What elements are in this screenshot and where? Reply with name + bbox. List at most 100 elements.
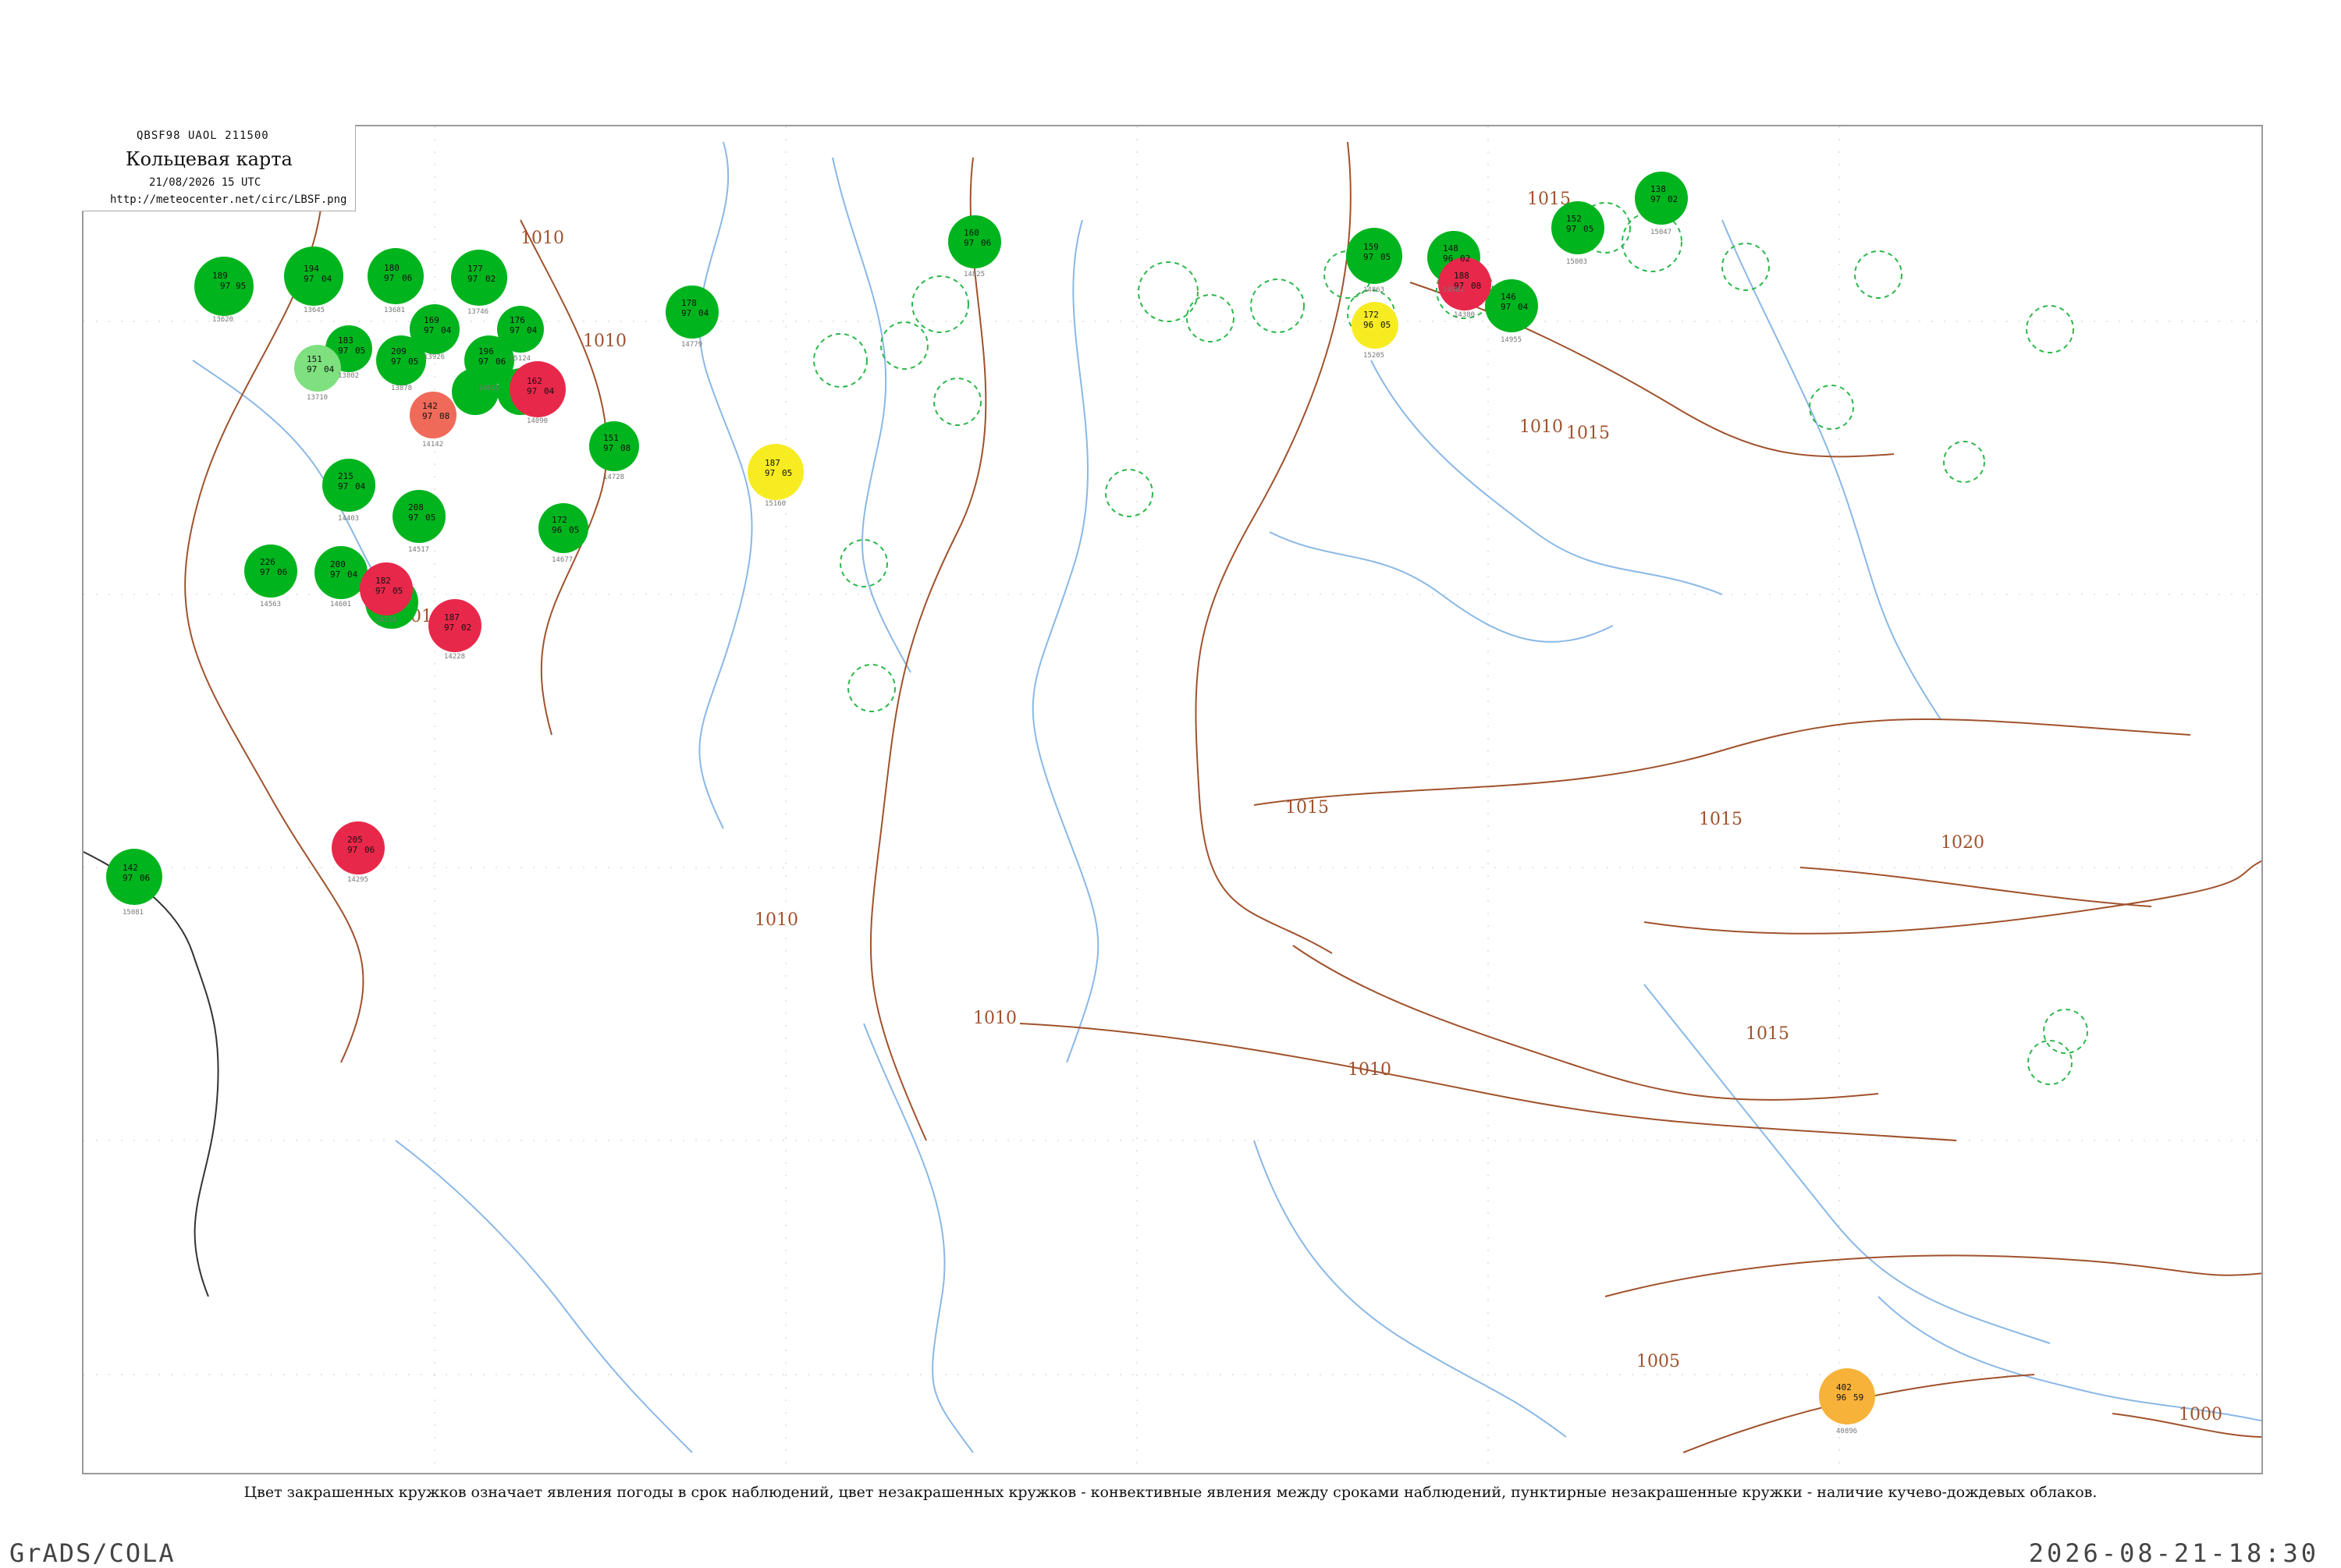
thunder-circle — [332, 821, 385, 874]
station-name: 13620 — [212, 316, 233, 324]
station-pressure: 97 — [424, 325, 434, 335]
station-weather: 05 — [393, 586, 403, 596]
station-weather: 04 — [347, 569, 358, 580]
station-temp: 182 — [375, 576, 391, 586]
station-name: 14728 — [603, 474, 624, 481]
station-name: 15047 — [1650, 229, 1671, 236]
station-weather: 05 — [408, 357, 418, 367]
station-pressure: 97 — [330, 569, 340, 580]
station-name: 14142 — [422, 441, 443, 449]
isobar-label: 1000 — [2179, 1405, 2222, 1424]
station-pressure: 97 — [765, 468, 775, 478]
station-name: 13681 — [384, 307, 405, 314]
station-name: 13802 — [338, 372, 359, 380]
station-name: 14403 — [338, 515, 359, 523]
station-name: 13926 — [424, 353, 445, 361]
station-temp: 208 — [408, 502, 424, 513]
station-name: 15124 — [510, 355, 531, 363]
station-weather: 06 — [981, 238, 991, 248]
station-name: 14380 — [1454, 311, 1475, 319]
station-pressure: 97 — [422, 411, 432, 421]
thunder-circle — [428, 599, 481, 652]
station-temp: 176 — [510, 315, 525, 325]
station-weather: 04 — [324, 364, 335, 374]
map-frame: 1010 1010 1010 1010 1015 1015 1015 1015 … — [82, 125, 2263, 1474]
station-name: 14090 — [527, 417, 548, 425]
station-pressure: 97 — [220, 281, 230, 291]
fog-circle — [748, 444, 804, 500]
station-name: 14677 — [552, 556, 573, 564]
station-pressure: 97 — [1566, 224, 1576, 234]
station-temp: 172 — [552, 515, 567, 525]
isobar-labels: 1010 1010 1010 1010 1015 1015 1015 1015 … — [400, 190, 2222, 1424]
station-temp: 183 — [338, 335, 353, 346]
coastline — [83, 851, 219, 1297]
station-name: 14517 — [408, 546, 429, 554]
station-pressure: 96 — [1836, 1392, 1846, 1403]
weather-circles — [106, 172, 1875, 1424]
station-weather: 04 — [544, 386, 555, 396]
map-title: Кольцевая карта — [126, 148, 293, 170]
station-name: 14955 — [1501, 336, 1522, 344]
grads-credit: GrADS/COLA — [9, 1538, 176, 1568]
station-weather: 08 — [439, 411, 449, 421]
station-weather: 06 — [364, 845, 375, 855]
station-pressure: 97 — [384, 273, 394, 283]
station-pressure: 97 — [478, 357, 488, 367]
station-weather: 04 — [321, 274, 332, 284]
station-temp: 146 — [1501, 292, 1516, 302]
render-timestamp: 2026-08-21-18:30 — [2028, 1538, 2319, 1568]
station-pressure: 97 — [375, 586, 385, 596]
station-temp: 177 — [467, 264, 483, 274]
station-weather: 59 — [1853, 1392, 1863, 1403]
station-weather: 08 — [1471, 281, 1481, 291]
isobar-label: 1010 — [1519, 417, 1563, 437]
map-title-box: QBSF98 UAOL 211500 Кольцевая карта 21/08… — [82, 125, 356, 211]
station-pressure: 97 — [307, 364, 317, 374]
station-name: 14779 — [681, 341, 702, 349]
station-temp: 151 — [603, 433, 619, 443]
rain-circle — [948, 215, 1001, 268]
isobar-label: 1010 — [973, 1009, 1017, 1028]
station-pressure: 96 — [1363, 320, 1373, 330]
rain-circle — [244, 545, 297, 598]
station-temp: 180 — [384, 263, 400, 273]
thunder-circle — [1438, 257, 1491, 310]
isobar-label: 1015 — [1285, 798, 1329, 818]
station-name: 13746 — [467, 308, 488, 316]
station-weather: 06 — [140, 873, 150, 883]
station-pressure: 97 — [338, 481, 348, 491]
station-temp: 402 — [1836, 1382, 1852, 1392]
station-temp: 152 — [1566, 214, 1582, 224]
rain-circle — [666, 286, 719, 339]
station-weather: 05 — [1380, 252, 1391, 262]
thunder-circle — [360, 562, 413, 615]
station-name: 13645 — [304, 307, 325, 314]
rain-circle — [393, 490, 446, 543]
rain-circle — [1346, 228, 1402, 284]
station-weather: 08 — [620, 443, 631, 453]
station-weather: 04 — [441, 325, 452, 335]
isobar-label: 1015 — [1746, 1024, 1789, 1044]
station-pressure: 97 — [1501, 302, 1511, 312]
map-canvas: 1010 1010 1010 1010 1015 1015 1015 1015 … — [83, 126, 2261, 1473]
station-pressure: 97 — [338, 346, 348, 356]
station-name: 14016 — [478, 385, 499, 392]
station-weather: 04 — [527, 325, 538, 335]
station-name: 15081 — [123, 909, 144, 917]
station-temp: 196 — [478, 346, 494, 357]
station-temp: 226 — [260, 557, 275, 567]
station-temp: 162 — [527, 376, 542, 386]
station-weather: 06 — [402, 273, 412, 283]
map-date: 21/08/2026 15 UTC — [149, 176, 261, 189]
rain-circle — [1551, 201, 1604, 254]
station-temp: 215 — [338, 471, 353, 481]
isobar-label: 1010 — [520, 229, 564, 248]
station-name: 14228 — [444, 653, 465, 661]
station-temp: 178 — [681, 298, 697, 308]
station-name: 14825 — [964, 271, 985, 278]
rain-circle — [410, 304, 460, 354]
isobars — [184, 126, 2261, 1453]
station-pressure: 97 — [467, 274, 478, 284]
station-name: 14563 — [260, 601, 281, 608]
